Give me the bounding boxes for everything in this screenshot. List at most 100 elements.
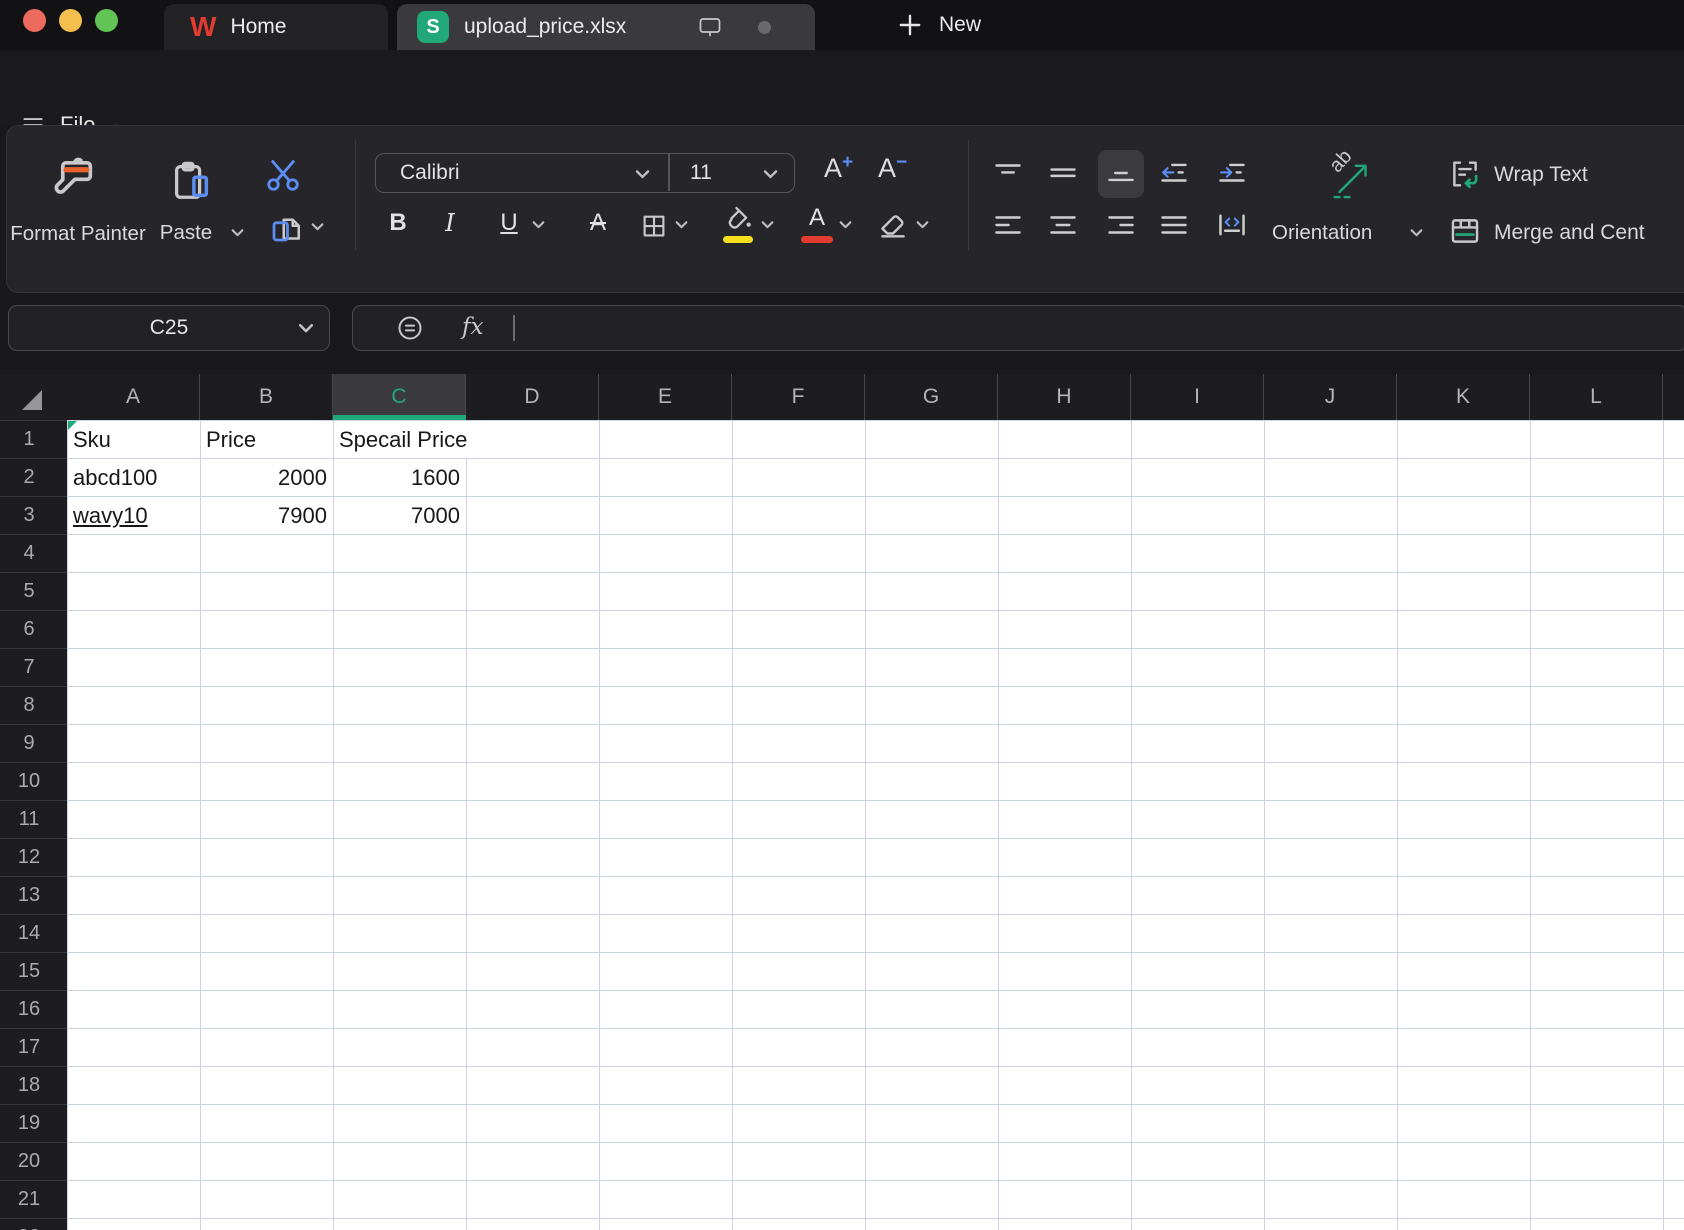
tab-document[interactable]: S upload_price.xlsx [397,4,815,50]
minimize-window-button[interactable] [59,9,82,32]
distributed-alignment-button[interactable] [1217,212,1247,238]
cell-A2[interactable]: abcd100 [68,459,200,496]
cell-C2[interactable]: 1600 [334,459,466,496]
clear-format-chevron[interactable] [915,219,930,231]
column-header-partial[interactable] [1663,374,1684,420]
row-header-7[interactable]: 7 [0,648,58,686]
align-center-button[interactable] [1048,212,1078,238]
row-header-8[interactable]: 8 [0,686,58,724]
justify-button[interactable] [1159,212,1189,238]
row-header-15[interactable]: 15 [0,952,58,990]
column-header-J[interactable]: J [1264,374,1397,420]
copy-dropdown-chevron[interactable] [310,221,325,233]
row-header-5[interactable]: 5 [0,572,58,610]
column-header-G[interactable]: G [865,374,998,420]
row-header-6[interactable]: 6 [0,610,58,648]
row-header-1[interactable]: 1 [0,420,58,458]
formula-bar[interactable] [352,305,1684,351]
align-left-button[interactable] [993,212,1023,238]
merge-center-button[interactable] [1448,214,1482,253]
bold-button[interactable]: B [382,206,414,240]
clear-format-button[interactable] [876,208,910,247]
new-tab-button[interactable]: New [897,0,981,50]
row-header-14[interactable]: 14 [0,914,58,952]
row-header-11[interactable]: 11 [0,800,58,838]
row-header-9[interactable]: 9 [0,724,58,762]
borders-dropdown-chevron[interactable] [674,219,689,231]
row-header-10[interactable]: 10 [0,762,58,800]
row-header-17[interactable]: 17 [0,1028,58,1066]
row-header-18[interactable]: 18 [0,1066,58,1104]
tab-wps-home[interactable]: W Home [164,4,388,50]
cut-button[interactable] [264,156,302,199]
decrease-font-size-button[interactable]: A− [878,152,907,184]
font-size-chevron[interactable] [762,168,779,181]
paste-label[interactable]: Paste [146,221,226,245]
paste-button[interactable] [168,158,216,206]
column-header-K[interactable]: K [1397,374,1530,420]
row-header-16[interactable]: 16 [0,990,58,1028]
font-name-select[interactable]: Calibri [400,154,460,191]
row-header-2[interactable]: 2 [0,458,58,496]
strikethrough-button[interactable]: A [582,206,614,240]
row-header-22[interactable]: 22 [0,1218,58,1230]
cell-B3[interactable]: 7900 [201,497,333,534]
close-window-button[interactable] [23,9,46,32]
increase-indent-button[interactable] [1217,160,1247,186]
align-top-button[interactable] [993,160,1023,186]
font-size-select[interactable]: 11 [690,154,712,191]
decrease-indent-button[interactable] [1159,160,1189,186]
column-header-H[interactable]: H [998,374,1131,420]
font-color-chevron[interactable] [838,219,853,231]
row-header-19[interactable]: 19 [0,1104,58,1142]
format-painter-label[interactable]: Format Painter [8,218,148,249]
insert-function-button[interactable]: fx [462,305,483,351]
column-header-C[interactable]: C [333,374,466,420]
fill-color-button[interactable] [722,204,754,243]
orientation-label[interactable]: Orientation [1272,221,1372,245]
name-box[interactable]: C25 [8,305,330,351]
orientation-button[interactable]: ab [1322,142,1386,202]
screen-share-icon[interactable] [697,15,723,39]
cell-A1[interactable]: Sku [68,421,200,458]
cell-B2[interactable]: 2000 [201,459,333,496]
italic-button[interactable]: I [436,206,464,240]
row-header-21[interactable]: 21 [0,1180,58,1218]
row-header-3[interactable]: 3 [0,496,58,534]
underline-dropdown-chevron[interactable] [531,219,546,231]
align-bottom-button[interactable] [1106,160,1136,186]
copy-button[interactable] [268,210,304,251]
column-header-I[interactable]: I [1131,374,1264,420]
row-header-13[interactable]: 13 [0,876,58,914]
orientation-chevron[interactable] [1409,227,1424,239]
font-name-chevron[interactable] [634,168,651,181]
select-all-corner-button[interactable] [16,384,46,414]
formula-search-icon[interactable] [396,314,424,342]
column-header-B[interactable]: B [200,374,333,420]
wrap-text-button[interactable] [1448,157,1482,196]
paste-dropdown-chevron[interactable] [230,227,245,239]
format-painter-button[interactable] [50,152,106,208]
underline-button[interactable]: U [493,206,525,240]
row-header-4[interactable]: 4 [0,534,58,572]
font-color-button[interactable]: A [800,202,834,243]
name-box-chevron[interactable] [297,322,315,335]
cell-B1[interactable]: Price [201,421,333,458]
cells-layer[interactable]: Sku Price Specail Price abcd100 2000 1600 wavy… [67,420,1684,1230]
fullscreen-window-button[interactable] [95,9,118,32]
borders-button[interactable] [639,211,669,246]
cell-C3[interactable]: 7000 [334,497,466,534]
column-header-F[interactable]: F [732,374,865,420]
wrap-text-label[interactable]: Wrap Text [1494,163,1588,187]
increase-font-size-button[interactable]: A+ [824,152,853,184]
row-header-20[interactable]: 20 [0,1142,58,1180]
row-header-12[interactable]: 12 [0,838,58,876]
column-header-L[interactable]: L [1530,374,1663,420]
column-header-E[interactable]: E [599,374,732,420]
align-right-button[interactable] [1106,212,1136,238]
cell-C1[interactable]: Specail Price [334,421,599,458]
align-middle-button[interactable] [1048,160,1078,186]
cell-A3[interactable]: wavy10 [68,497,200,534]
column-header-A[interactable]: A [67,374,200,420]
column-header-D[interactable]: D [466,374,599,420]
